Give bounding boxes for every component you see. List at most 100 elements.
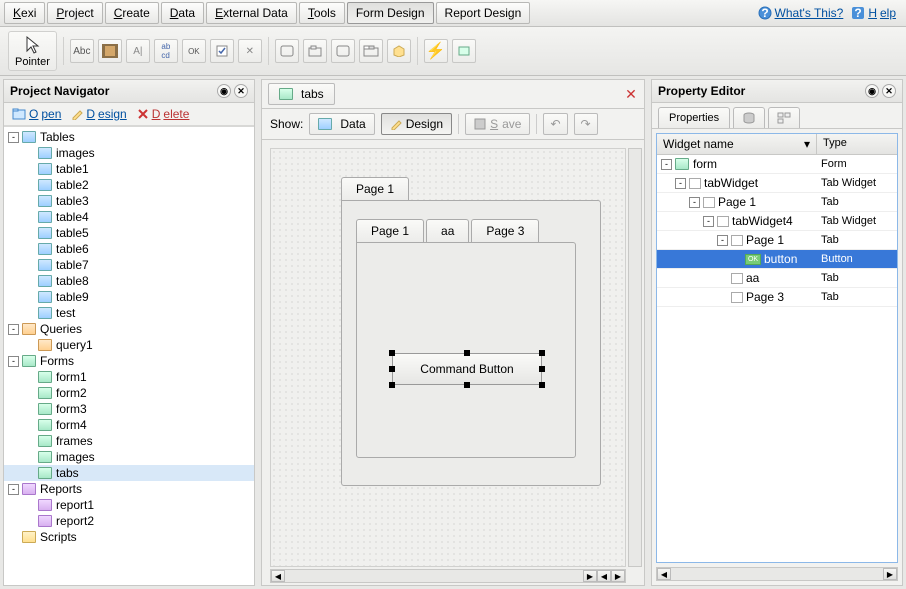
textbox-tool[interactable]: A|	[126, 39, 150, 63]
design-view-button[interactable]: Design	[381, 113, 452, 135]
menu-kexi[interactable]: Kexi	[4, 2, 45, 24]
groupbox-tool[interactable]	[303, 39, 327, 63]
panel-close-button[interactable]: ✕	[234, 84, 248, 98]
tree-item-report1[interactable]: report1	[4, 497, 254, 513]
tree-item-queries[interactable]: -Queries	[4, 321, 254, 337]
close-document-button[interactable]: ✕	[624, 87, 638, 101]
tree-toggle[interactable]: -	[8, 324, 19, 335]
menu-form-design[interactable]: Form Design	[347, 2, 434, 24]
delete-tool[interactable]: ✕	[238, 39, 262, 63]
inner-tab-aa[interactable]: aa	[426, 219, 469, 242]
redo-button[interactable]: ↷	[574, 113, 598, 135]
property-row-page-1[interactable]: -Page 1Tab	[657, 193, 897, 212]
label-tool[interactable]: Abc	[70, 39, 94, 63]
property-row-page-1[interactable]: -Page 1Tab	[657, 231, 897, 250]
tree-item-table7[interactable]: table7	[4, 257, 254, 273]
tree-item-table4[interactable]: table4	[4, 209, 254, 225]
tree-item-test[interactable]: test	[4, 305, 254, 321]
delete-action[interactable]: Delete	[137, 107, 190, 121]
document-tab[interactable]: tabs	[268, 83, 335, 105]
help-link[interactable]: ? Help	[851, 6, 896, 20]
property-title: Property Editor	[658, 84, 862, 98]
tree-item-tabs[interactable]: tabs	[4, 465, 254, 481]
tree-item-frames[interactable]: frames	[4, 433, 254, 449]
tree-item-form3[interactable]: form3	[4, 401, 254, 417]
tree-item-table1[interactable]: table1	[4, 161, 254, 177]
frame-tool[interactable]	[275, 39, 299, 63]
tree-item-scripts[interactable]: Scripts	[4, 529, 254, 545]
tree-item-reports[interactable]: -Reports	[4, 481, 254, 497]
tree-toggle[interactable]: -	[8, 484, 19, 495]
icon-table	[38, 275, 52, 287]
misc-tool[interactable]	[452, 39, 476, 63]
property-row-tabwidget4[interactable]: -tabWidget4Tab Widget	[657, 212, 897, 231]
tree-item-table5[interactable]: table5	[4, 225, 254, 241]
horizontal-scrollbar[interactable]: ◀▶◀▶	[270, 569, 626, 583]
inner-tab-page1[interactable]: Page 1	[356, 219, 424, 242]
tree-item-table3[interactable]: table3	[4, 193, 254, 209]
tree-item-table6[interactable]: table6	[4, 241, 254, 257]
navigator-tree[interactable]: -Tablesimagestable1table2table3table4tab…	[4, 126, 254, 585]
icon-report	[22, 483, 36, 495]
tree-item-table9[interactable]: table9	[4, 289, 254, 305]
outer-tab-widget[interactable]: Page 1 Page 1 aa Page 3 Command Button	[341, 177, 601, 487]
data-source-tab[interactable]	[733, 107, 765, 128]
form-canvas[interactable]: Page 1 Page 1 aa Page 3 Command Button	[270, 148, 626, 567]
tree-item-table2[interactable]: table2	[4, 177, 254, 193]
tree-item-tables[interactable]: -Tables	[4, 129, 254, 145]
tree-item-images[interactable]: images	[4, 145, 254, 161]
tab-tool[interactable]	[359, 39, 383, 63]
tree-item-query1[interactable]: query1	[4, 337, 254, 353]
outer-tab-page1[interactable]: Page 1	[341, 177, 409, 200]
inner-tab-widget[interactable]: Page 1 aa Page 3 Command Button	[356, 219, 576, 459]
tree-item-forms[interactable]: -Forms	[4, 353, 254, 369]
panel-close-button[interactable]: ✕	[882, 84, 896, 98]
design-action[interactable]: Design	[71, 107, 126, 121]
menu-tools[interactable]: Tools	[299, 2, 345, 24]
menu-external-data[interactable]: External Data	[206, 2, 297, 24]
icon-table	[38, 147, 52, 159]
action-tool[interactable]: ⚡	[424, 39, 448, 63]
combo-tool[interactable]: abcd	[154, 39, 178, 63]
property-row-aa[interactable]: aaTab	[657, 269, 897, 288]
menu-data[interactable]: Data	[161, 2, 204, 24]
tree-item-form4[interactable]: form4	[4, 417, 254, 433]
whats-this-link[interactable]: ? What's This?	[758, 6, 844, 20]
image-tool[interactable]	[98, 39, 122, 63]
property-row-form[interactable]: -formForm	[657, 155, 897, 174]
pointer-tool[interactable]: Pointer	[8, 31, 57, 71]
command-button-widget[interactable]: Command Button	[392, 353, 542, 385]
property-row-page-3[interactable]: Page 3Tab	[657, 288, 897, 307]
icon-form	[22, 355, 36, 367]
inner-tab-page3[interactable]: Page 3	[471, 219, 539, 242]
vertical-scrollbar[interactable]	[628, 148, 642, 567]
property-row-tabwidget[interactable]: -tabWidgetTab Widget	[657, 174, 897, 193]
widget-tree-tab[interactable]	[768, 107, 800, 128]
container-tool[interactable]	[331, 39, 355, 63]
tree-toggle[interactable]: -	[8, 356, 19, 367]
properties-tab[interactable]: Properties	[658, 107, 730, 128]
property-grid[interactable]: Widget name▾ Type -formForm-tabWidgetTab…	[656, 133, 898, 563]
property-row-button[interactable]: OKbuttonButton	[657, 250, 897, 269]
data-view-button[interactable]: Data	[309, 113, 374, 135]
panel-detach-button[interactable]: ◉	[865, 84, 879, 98]
widget-tool[interactable]	[387, 39, 411, 63]
tree-item-form2[interactable]: form2	[4, 385, 254, 401]
tree-item-images[interactable]: images	[4, 449, 254, 465]
tree-item-report2[interactable]: report2	[4, 513, 254, 529]
menu-report-design[interactable]: Report Design	[436, 2, 531, 24]
show-label: Show:	[270, 117, 303, 131]
undo-button[interactable]: ↶	[543, 113, 567, 135]
menu-project[interactable]: Project	[47, 2, 102, 24]
open-action[interactable]: Open	[12, 107, 61, 121]
whats-this-icon: ?	[758, 6, 772, 20]
tree-item-form1[interactable]: form1	[4, 369, 254, 385]
property-scrollbar[interactable]: ◀▶	[656, 567, 898, 581]
tree-toggle[interactable]: -	[8, 132, 19, 143]
button-tool[interactable]: OK	[182, 39, 206, 63]
checkbox-tool[interactable]	[210, 39, 234, 63]
panel-detach-button[interactable]: ◉	[217, 84, 231, 98]
menu-create[interactable]: Create	[105, 2, 159, 24]
save-button[interactable]: Save	[465, 113, 530, 135]
tree-item-table8[interactable]: table8	[4, 273, 254, 289]
